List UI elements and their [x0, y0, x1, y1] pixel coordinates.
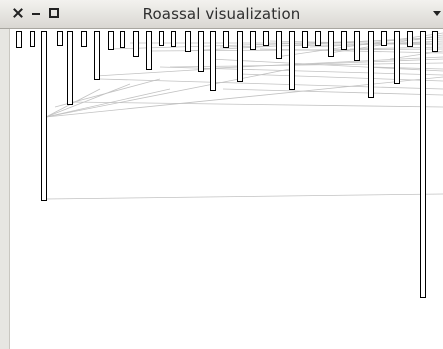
graph-node[interactable]	[210, 31, 216, 91]
graph-node[interactable]	[81, 31, 87, 47]
graph-node[interactable]	[250, 31, 256, 50]
graph-edge	[45, 68, 291, 118]
graph-edge	[95, 68, 211, 77]
graph-node[interactable]	[94, 31, 100, 80]
graph-node[interactable]	[328, 31, 334, 57]
graph-node[interactable]	[432, 31, 438, 52]
graph-edge	[69, 101, 443, 108]
graph-node[interactable]	[57, 31, 63, 46]
graph-node[interactable]	[159, 31, 164, 46]
graph-edge	[222, 88, 443, 96]
window-left-frame	[0, 29, 10, 349]
graph-node[interactable]	[133, 31, 139, 57]
graph-edge	[197, 56, 443, 70]
graph-node[interactable]	[185, 31, 191, 52]
graph-node[interactable]	[354, 31, 360, 61]
visualization-canvas[interactable]	[10, 29, 443, 349]
graph-node[interactable]	[302, 31, 308, 48]
roassal-window: Roassal visualization	[0, 0, 443, 349]
graph-node[interactable]	[223, 31, 229, 48]
graph-node[interactable]	[263, 31, 269, 46]
graph-edge	[239, 73, 443, 82]
graph-node[interactable]	[41, 31, 47, 201]
graph-node[interactable]	[30, 31, 35, 47]
graph-edge	[45, 193, 443, 200]
graph-node[interactable]	[341, 31, 347, 50]
graph-node[interactable]	[315, 31, 321, 46]
graph-edge	[99, 78, 443, 90]
graph-node[interactable]	[16, 31, 22, 48]
graph-node[interactable]	[368, 31, 374, 98]
graph-node[interactable]	[198, 31, 204, 72]
graph-node[interactable]	[407, 31, 413, 47]
graph-node[interactable]	[381, 31, 387, 46]
graph-node[interactable]	[289, 31, 295, 90]
graph-node[interactable]	[67, 31, 73, 105]
window-menu-icon[interactable]	[432, 4, 443, 22]
graph-node[interactable]	[108, 31, 114, 50]
graph-node[interactable]	[237, 31, 243, 82]
graph-node[interactable]	[394, 31, 400, 84]
graph-node[interactable]	[276, 31, 282, 59]
dependency-graph[interactable]	[10, 29, 443, 349]
graph-node[interactable]	[120, 31, 125, 48]
graph-node[interactable]	[171, 31, 176, 47]
window-title: Roassal visualization	[142, 5, 301, 23]
graph-node[interactable]	[420, 31, 426, 298]
graph-node[interactable]	[146, 31, 152, 70]
title-bar[interactable]: Roassal visualization	[0, 0, 443, 29]
